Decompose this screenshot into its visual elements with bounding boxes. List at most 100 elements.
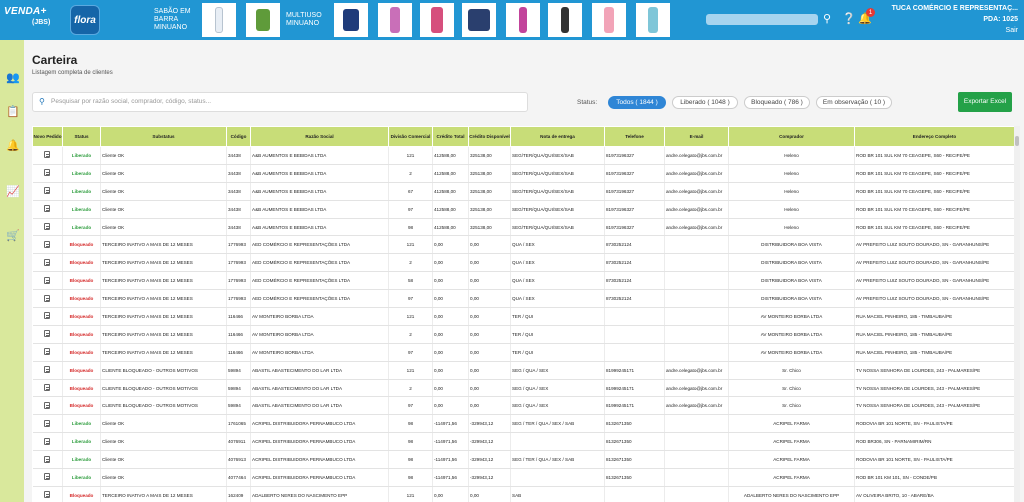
clients-icon[interactable]: 👥 [6, 72, 20, 84]
new-order-cell[interactable] [32, 468, 63, 487]
new-order-icon[interactable] [44, 473, 51, 481]
new-order-icon[interactable] [44, 169, 51, 177]
table-row[interactable]: Bloqueado TERCEIRO INATIVO A MAIS DE 12 M… [32, 289, 1014, 309]
new-order-icon[interactable] [44, 384, 51, 392]
product-image[interactable] [636, 3, 670, 37]
new-order-icon[interactable] [44, 294, 51, 302]
column-header[interactable]: Crédito Disponível [468, 126, 511, 147]
new-order-cell[interactable] [32, 271, 63, 291]
column-header[interactable]: Divisão Comercial [388, 126, 433, 147]
table-row[interactable]: Liberado Cliente OK 4076911 ACRIPEL DISTRIB… [32, 432, 1014, 452]
search-input[interactable]: ⚲ Pesquisar por razão social, comprador,… [32, 92, 528, 112]
table-row[interactable]: Bloqueado TERCEIRO INATIVO A MAIS DE 12 M… [32, 307, 1014, 326]
new-order-cell[interactable] [32, 164, 63, 183]
table-row[interactable]: Bloqueado TERCEIRO INATIVO A MAIS DE 12 M… [32, 486, 1014, 502]
table-scrollbar[interactable] [1014, 126, 1020, 502]
cart-icon[interactable]: 🛒 [6, 230, 20, 242]
table-row[interactable]: Liberado Cliente OK 4077464 ACRIPEL DISTRIB… [32, 468, 1014, 487]
new-order-cell[interactable] [32, 432, 63, 452]
new-order-icon[interactable] [44, 348, 51, 356]
banner-sabao[interactable]: SABÃO EM BARRA MINUANO [154, 3, 198, 37]
new-order-icon[interactable] [44, 258, 51, 266]
export-excel-button[interactable]: Exportar Excel [958, 92, 1012, 112]
column-header[interactable]: Crédito Total [432, 126, 469, 147]
table-row[interactable]: Bloqueado TERCEIRO INATIVO A MAIS DE 12 M… [32, 325, 1014, 344]
new-order-cell[interactable] [32, 307, 63, 326]
table-row[interactable]: Bloqueado TERCEIRO INATIVO A MAIS DE 12 M… [32, 235, 1014, 255]
orders-icon[interactable]: 📋 [6, 106, 20, 118]
column-header[interactable]: Código [226, 126, 251, 147]
new-order-cell[interactable] [32, 414, 63, 434]
table-row[interactable]: Liberado Cliente OK 1761065 ACRIPEL DISTRIB… [32, 414, 1014, 434]
logout-link[interactable]: Sair [878, 25, 1018, 36]
top-search-input[interactable] [706, 14, 818, 25]
table-row[interactable]: Liberado Cliente OK 34438 A&B AUMENTOS E BE… [32, 146, 1014, 165]
table-row[interactable]: Bloqueado CLIENTE BLOQUEADO - OUTROS MOTI… [32, 379, 1014, 398]
column-header[interactable]: Telefone [604, 126, 665, 147]
table-row[interactable]: Bloqueado CLIENTE BLOQUEADO - OUTROS MOTI… [32, 396, 1014, 416]
new-order-icon[interactable] [44, 223, 51, 230]
table-row[interactable]: Liberado Cliente OK 34438 A&B AUMENTOS E BE… [32, 200, 1014, 219]
search-icon[interactable]: ⚲ [823, 12, 831, 25]
table-row[interactable]: Liberado Cliente OK 34438 A&B AUMENTOS E BE… [32, 218, 1014, 237]
table-row[interactable]: Bloqueado TERCEIRO INATIVO A MAIS DE 12 M… [32, 343, 1014, 362]
product-image[interactable] [548, 3, 582, 37]
column-header[interactable]: Novo Pedido [32, 126, 63, 147]
table-row[interactable]: Bloqueado TERCEIRO INATIVO A MAIS DE 12 M… [32, 271, 1014, 291]
scrollbar-thumb[interactable] [1015, 136, 1019, 146]
new-order-cell[interactable] [32, 325, 63, 344]
new-order-icon[interactable] [44, 312, 51, 320]
new-order-icon[interactable] [44, 419, 51, 427]
new-order-icon[interactable] [44, 187, 51, 195]
table-row[interactable]: Bloqueado CLIENTE BLOQUEADO - OUTROS MOTI… [32, 361, 1014, 380]
product-image[interactable] [592, 3, 626, 37]
table-row[interactable]: Liberado Cliente OK 34438 A&B AUMENTOS E BE… [32, 182, 1014, 201]
product-image[interactable] [462, 3, 496, 37]
new-order-cell[interactable] [32, 343, 63, 362]
filter-liberado[interactable]: Liberado ( 1048 ) [672, 96, 738, 109]
new-order-icon[interactable] [44, 455, 51, 463]
filter-bloqueado[interactable]: Bloqueado ( 786 ) [744, 96, 810, 109]
new-order-icon[interactable] [44, 151, 51, 159]
new-order-cell[interactable] [32, 289, 63, 309]
filter-todos[interactable]: Todos ( 1844 ) [608, 96, 666, 109]
new-order-icon[interactable] [44, 491, 51, 499]
new-order-icon[interactable] [44, 276, 51, 284]
product-image[interactable] [202, 3, 236, 37]
new-order-cell[interactable] [32, 253, 63, 273]
chart-icon[interactable]: 📈 [6, 186, 20, 198]
column-header[interactable]: Endereço Completo [854, 126, 1014, 147]
filter-em-observacao[interactable]: Em observação ( 10 ) [816, 96, 892, 109]
product-image[interactable] [506, 3, 540, 37]
new-order-icon[interactable] [44, 330, 51, 338]
new-order-cell[interactable] [32, 361, 63, 380]
new-order-cell[interactable] [32, 146, 63, 165]
column-header[interactable]: E-mail [664, 126, 729, 147]
table-row[interactable]: Bloqueado TERCEIRO INATIVO A MAIS DE 12 M… [32, 253, 1014, 273]
new-order-cell[interactable] [32, 182, 63, 201]
new-order-icon[interactable] [44, 366, 51, 374]
new-order-cell[interactable] [32, 450, 63, 470]
new-order-icon[interactable] [44, 401, 51, 409]
alerts-icon[interactable]: 🔔 [6, 140, 20, 152]
column-header[interactable]: Nota de entrega [510, 126, 605, 147]
column-header[interactable]: Status [62, 126, 101, 147]
help-icon[interactable]: ❔ [842, 12, 856, 25]
table-row[interactable]: Liberado Cliente OK 4076913 ACRIPEL DISTRIB… [32, 450, 1014, 470]
table-row[interactable]: Liberado Cliente OK 34438 A&B AUMENTOS E BE… [32, 164, 1014, 183]
product-image[interactable] [378, 3, 412, 37]
new-order-icon[interactable] [44, 240, 51, 248]
product-image[interactable] [334, 3, 368, 37]
banner-multiuso[interactable]: MULTIUSO MINUANO [286, 3, 330, 37]
product-image[interactable] [246, 3, 280, 37]
column-header[interactable]: Substatus [100, 126, 227, 147]
new-order-cell[interactable] [32, 486, 63, 502]
column-header[interactable]: Comprador [728, 126, 855, 147]
new-order-icon[interactable] [44, 437, 51, 445]
new-order-cell[interactable] [32, 200, 63, 219]
new-order-cell[interactable] [32, 235, 63, 255]
column-header[interactable]: Razão Social [250, 126, 389, 147]
new-order-cell[interactable] [32, 218, 63, 237]
new-order-cell[interactable] [32, 379, 63, 398]
brand-logo[interactable]: VENDA+ (JBS) [4, 6, 62, 36]
